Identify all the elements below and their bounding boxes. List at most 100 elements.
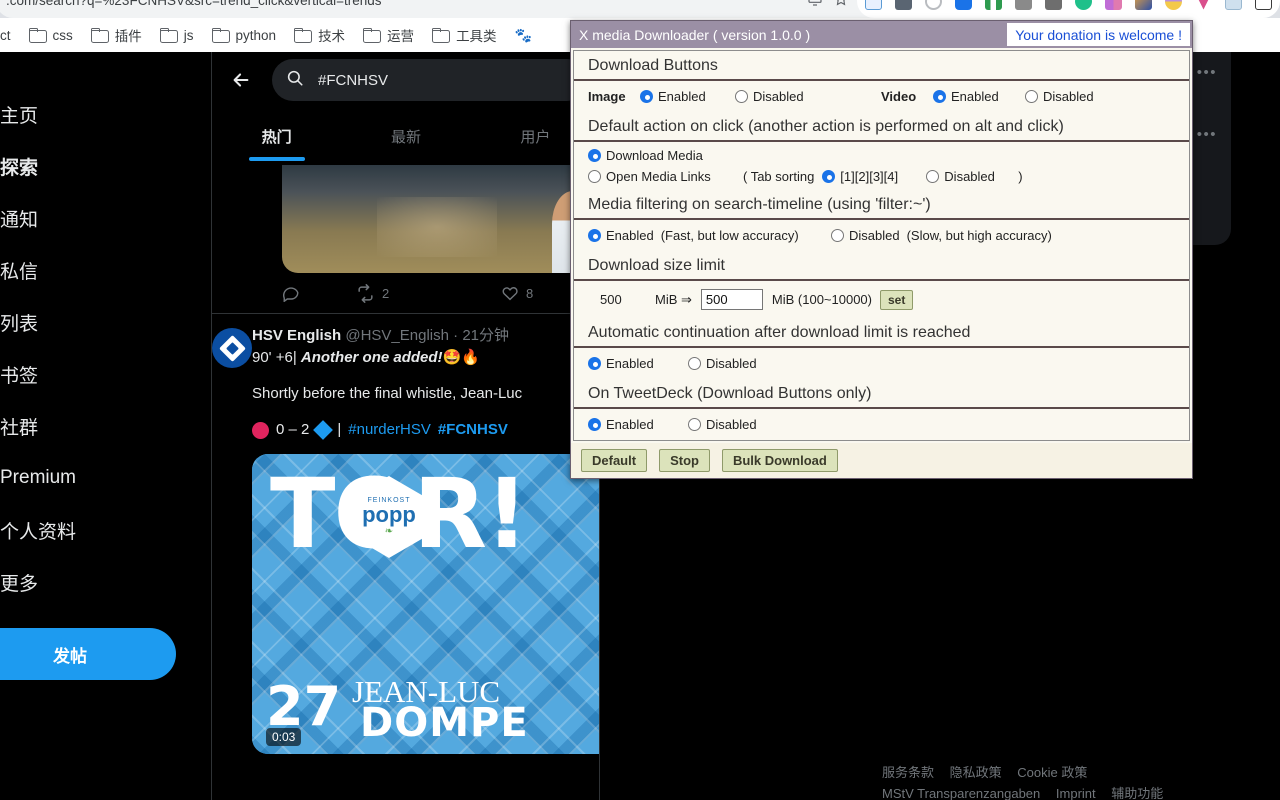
tweetdeck-disabled-option[interactable]: Disabled [688,417,757,432]
radio-open-media-links[interactable] [588,170,601,183]
radio-image-enabled[interactable] [640,90,653,103]
extension-icon-7[interactable] [1045,0,1062,10]
bookmark-js[interactable]: js [151,22,203,48]
tab-sorting-on-option[interactable]: [1][2][3][4] [822,169,926,184]
bookmark-css[interactable]: css [20,22,82,48]
score-separator: | [337,421,342,438]
auto-continue-disabled-option[interactable]: Disabled [688,356,757,371]
back-arrow-icon[interactable] [224,63,258,97]
size-limit-input[interactable] [700,289,763,310]
radio-tweetdeck-disabled[interactable] [688,418,701,431]
footer-link-terms[interactable]: 服务条款 [882,765,934,780]
set-button[interactable]: set [880,289,914,310]
footer-link-privacy[interactable]: 隐私政策 [950,765,1002,780]
radio-image-disabled[interactable] [735,90,748,103]
footer-link-cookie[interactable]: Cookie 政策 [1017,765,1087,780]
sidebar-item-explore[interactable]: 探索 [0,140,211,192]
bookmark-label: 技术 [318,29,346,44]
open-media-links-option[interactable]: Open Media Links [588,169,743,184]
extension-icon-12[interactable] [1195,0,1212,10]
radio-auto-continue-disabled[interactable] [688,357,701,370]
radio-media-filtering-enabled[interactable] [588,229,601,242]
sidebar-item-premium[interactable]: Premium [0,452,211,504]
bookmark-star-icon[interactable] [833,0,849,12]
bookmark-tools[interactable]: 工具类 [423,22,506,48]
media-filtering-disabled-option[interactable]: Disabled (Slow, but high accuracy) [831,228,1052,243]
tweet-partial[interactable]: 2 8 [212,165,599,314]
extension-icon-5[interactable] [985,0,1002,10]
radio-video-enabled[interactable] [933,90,946,103]
bookmark-label: css [52,27,73,43]
footer-link-mstv[interactable]: MStV Transparenzangaben [882,786,1040,800]
sidebar-item-communities[interactable]: 社群 [0,400,211,452]
cast-icon[interactable] [807,0,823,12]
tab-latest[interactable]: 最新 [341,108,470,161]
sidebar-item-profile[interactable]: 个人资料 [0,504,211,556]
extension-icon-8[interactable] [1075,0,1092,10]
tweetdeck-enabled-option[interactable]: Enabled [588,417,688,432]
image-enabled-option[interactable]: Enabled [640,89,735,104]
extension-icon-2[interactable] [895,0,912,10]
image-disabled-option[interactable]: Disabled [735,89,881,104]
sidebar-item-bookmarks[interactable]: 书签 [0,348,211,400]
tweet-author-handle: @HSV_English [345,327,449,344]
tweet-author-name[interactable]: HSV English [252,327,341,344]
sidebar-item-lists[interactable]: 列表 [0,296,211,348]
radio-tab-sorting-on[interactable] [822,170,836,183]
video-enabled-option[interactable]: Enabled [933,89,1025,104]
sidebar-item-messages[interactable]: 私信 [0,244,211,296]
radio-video-disabled[interactable] [1025,90,1038,103]
extension-puzzle-icon[interactable] [955,0,972,10]
radio-auto-continue-enabled[interactable] [588,357,601,370]
reply-button[interactable] [282,284,356,302]
bookmark-operations[interactable]: 运营 [354,22,423,48]
radio-download-media[interactable] [588,149,601,162]
extension-icon-14[interactable] [1255,0,1272,10]
retweet-button[interactable]: 2 [356,283,501,303]
radio-media-filtering-disabled[interactable] [831,229,844,242]
row-media-filtering: Enabled (Fast, but low accuracy) Disable… [574,220,1189,251]
bookmark-python[interactable]: python [203,22,286,48]
bulk-download-button[interactable]: Bulk Download [721,449,838,472]
stop-button[interactable]: Stop [659,449,710,472]
like-button[interactable]: 8 [501,284,574,302]
tab-top[interactable]: 热门 [212,108,341,161]
tweet[interactable]: HSV English @HSV_English · 21分钟 90' +6| … [212,314,599,754]
sidebar-item-home[interactable]: 主页 [0,88,211,140]
extension-icon-10[interactable] [1135,0,1152,10]
radio-tab-sorting-off[interactable] [926,170,940,183]
tweet-media-image[interactable] [282,165,599,273]
post-button[interactable]: 发帖 [0,628,176,680]
video-disabled-option[interactable]: Disabled [1025,89,1094,104]
bookmark-tech[interactable]: 技术 [285,22,354,48]
dialog-title-bar[interactable]: X media Downloader ( version 1.0.0 ) You… [571,21,1192,48]
avatar[interactable] [212,328,252,368]
download-media-option[interactable]: Download Media [588,148,703,163]
extension-crx-icon[interactable] [1015,0,1032,10]
auto-continue-enabled-option[interactable]: Enabled [588,356,688,371]
trend-more-icon[interactable]: ••• [1197,64,1217,81]
trend-more-icon[interactable]: ••• [1197,126,1217,143]
extension-icon-9[interactable] [1105,0,1122,10]
bookmark-ct[interactable]: ct [0,22,20,48]
sidebar-item-notifications[interactable]: 通知 [0,192,211,244]
footer-link-accessibility[interactable]: 辅助功能 [1111,786,1163,800]
bookmark-baidu[interactable]: 🐾 [506,22,541,48]
extension-icon-1[interactable] [865,0,882,10]
bookmark-plugins[interactable]: 插件 [82,22,151,48]
radio-tweetdeck-enabled[interactable] [588,418,601,431]
hashtag-fcnhsv[interactable]: #FCNHSV [438,420,508,440]
default-button[interactable]: Default [581,449,648,472]
tweet-video-card[interactable]: TOR! FEINKOST popp ❧ [252,454,599,754]
extension-active-icon[interactable] [1225,0,1242,10]
extension-icon-11[interactable] [1165,0,1182,10]
extension-icon-3[interactable] [925,0,942,10]
search-input[interactable]: #FCNHSV [272,59,588,101]
media-filtering-enabled-option[interactable]: Enabled (Fast, but low accuracy) [588,228,831,243]
bookmark-label: js [183,27,194,43]
tab-sorting-off-option[interactable]: Disabled [926,169,1018,184]
sidebar-item-more[interactable]: 更多 [0,556,211,608]
hashtag-nurderhsv[interactable]: #nurderHSV [348,420,431,440]
donation-button[interactable]: Your donation is welcome ! [1007,23,1190,46]
footer-link-imprint[interactable]: Imprint [1056,786,1096,800]
